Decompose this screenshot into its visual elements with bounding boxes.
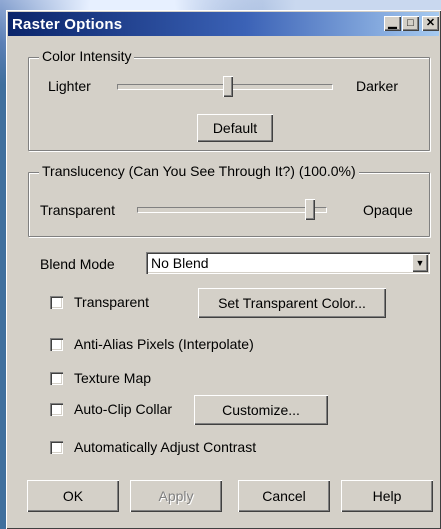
anti-alias-label: Anti-Alias Pixels (Interpolate) xyxy=(74,336,254,352)
auto-contrast-label: Automatically Adjust Contrast xyxy=(74,439,257,455)
cancel-button[interactable]: Cancel xyxy=(238,480,330,512)
window-controls: ▁ □ ✕ xyxy=(383,16,439,31)
title-bar[interactable]: Raster Options ▁ □ ✕ xyxy=(8,12,439,36)
maximize-icon[interactable]: □ xyxy=(402,16,419,31)
color-intensity-group: Color Intensity Lighter Darker Default xyxy=(28,48,430,151)
ok-button[interactable]: OK xyxy=(27,480,119,512)
translucency-label: Translucency (Can You See Through It?) (… xyxy=(39,163,359,179)
texture-map-label: Texture Map xyxy=(74,370,152,386)
lighter-label: Lighter xyxy=(48,78,91,94)
window-title: Raster Options xyxy=(12,15,123,33)
auto-contrast-checkbox[interactable] xyxy=(50,441,63,454)
customize-button[interactable]: Customize... xyxy=(194,395,328,425)
set-transparent-color-button[interactable]: Set Transparent Color... xyxy=(198,288,386,318)
apply-button[interactable]: Apply xyxy=(130,480,222,512)
transparent-label: Transparent xyxy=(74,294,149,310)
darker-label: Darker xyxy=(356,78,399,94)
auto-clip-collar-checkbox[interactable] xyxy=(50,403,63,416)
blend-mode-value: No Blend xyxy=(151,255,209,271)
texture-map-checkbox[interactable] xyxy=(50,372,63,385)
help-button[interactable]: Help xyxy=(341,480,433,512)
transparent-slider-label: Transparent xyxy=(40,202,115,218)
translucency-group: Translucency (Can You See Through It?) (… xyxy=(28,163,430,237)
default-button[interactable]: Default xyxy=(197,114,273,142)
translucency-slider-thumb[interactable] xyxy=(305,199,315,220)
color-intensity-label: Color Intensity xyxy=(39,48,135,64)
blend-mode-label: Blend Mode xyxy=(40,256,115,272)
minimize-icon[interactable]: ▁ xyxy=(384,16,401,31)
auto-clip-collar-label: Auto-Clip Collar xyxy=(74,401,173,417)
close-icon[interactable]: ✕ xyxy=(422,16,439,31)
raster-options-dialog: Raster Options ▁ □ ✕ Color Intensity Lig… xyxy=(6,10,441,529)
transparent-checkbox[interactable] xyxy=(50,296,63,309)
color-intensity-slider-thumb[interactable] xyxy=(223,76,233,97)
chevron-down-icon[interactable]: ▼ xyxy=(412,254,428,272)
translucency-track[interactable] xyxy=(137,207,327,213)
anti-alias-checkbox[interactable] xyxy=(50,338,63,351)
opaque-label: Opaque xyxy=(363,202,413,218)
blend-mode-select[interactable]: No Blend ▼ xyxy=(146,252,430,274)
